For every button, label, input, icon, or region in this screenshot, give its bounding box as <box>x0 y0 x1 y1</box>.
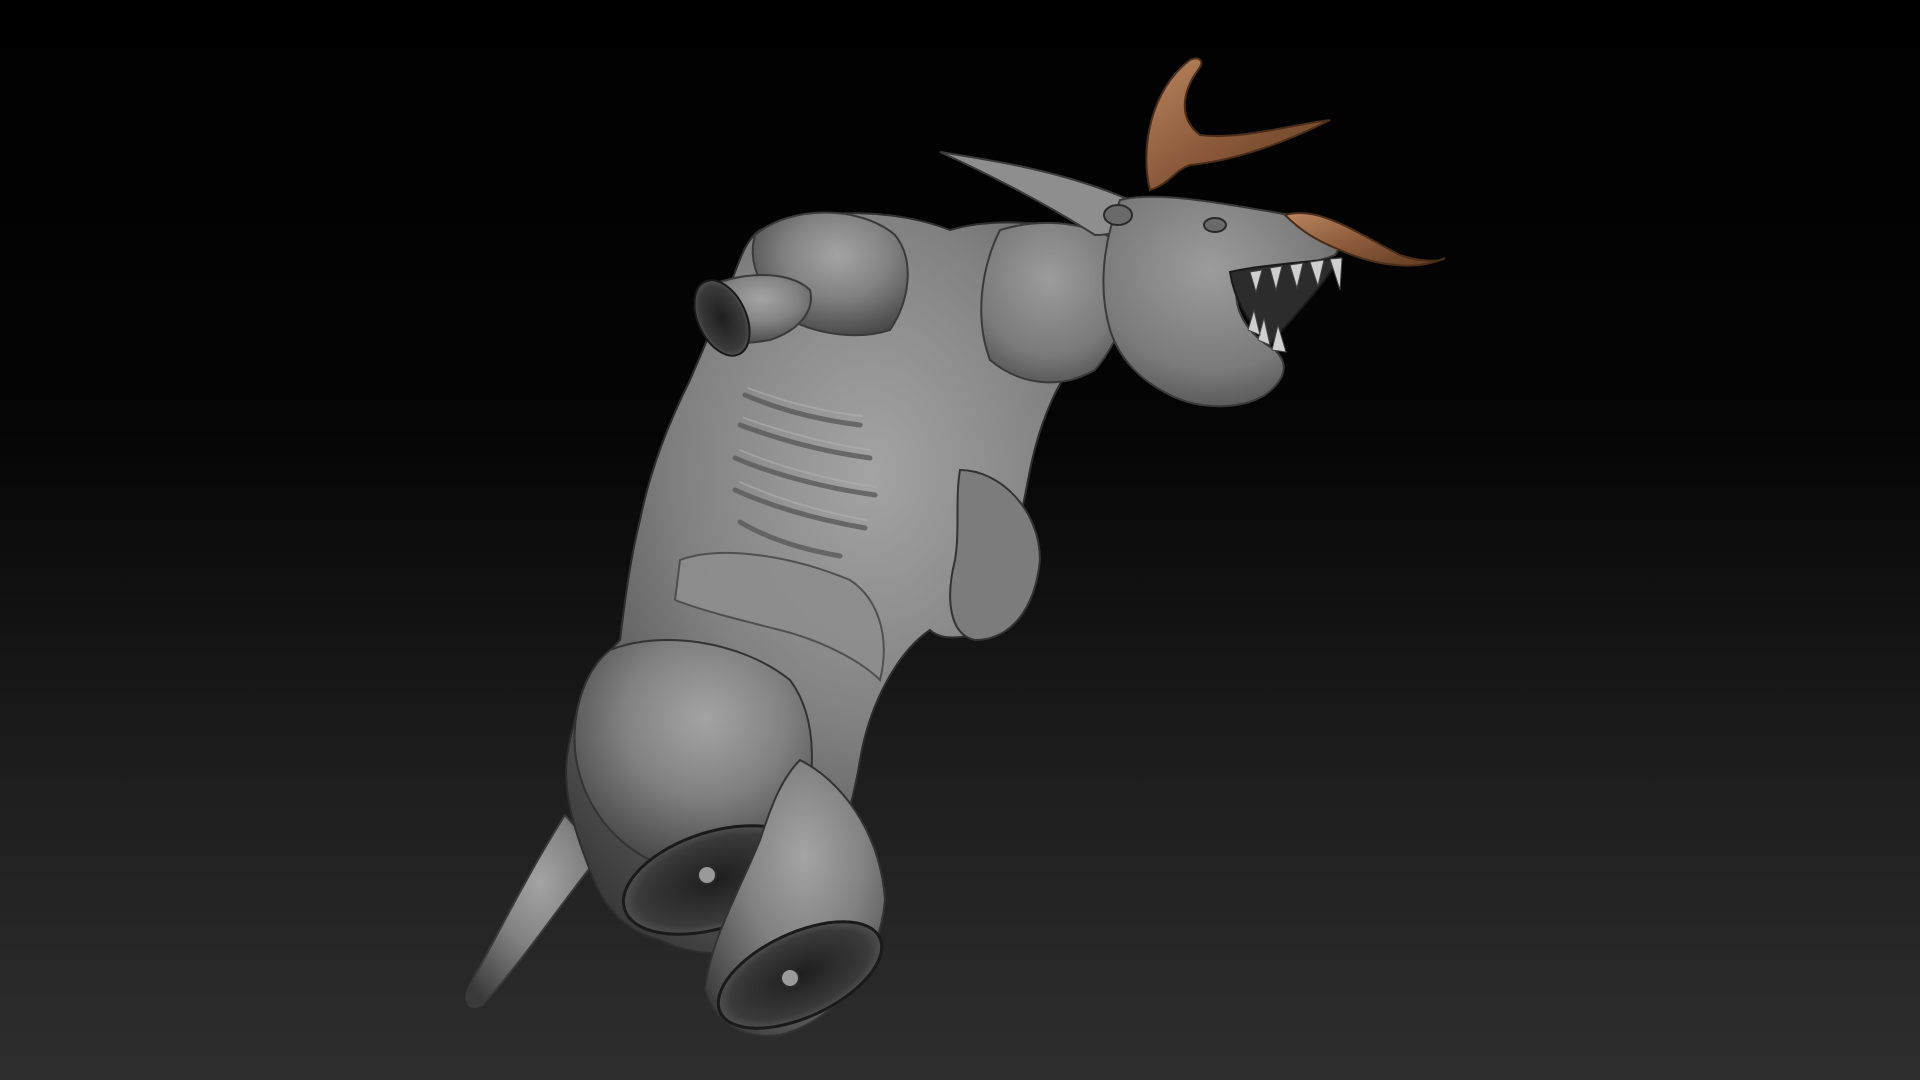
bone-stub-right <box>780 968 800 988</box>
creature-eye <box>1103 204 1133 226</box>
sculpt-canvas[interactable] <box>0 0 1920 1080</box>
creature-lower-arm <box>949 468 1042 642</box>
creature-model[interactable] <box>465 57 1446 1050</box>
3d-viewport[interactable] <box>0 0 1920 1080</box>
creature-horn-top <box>1145 57 1331 192</box>
bone-stub-left <box>697 865 717 885</box>
